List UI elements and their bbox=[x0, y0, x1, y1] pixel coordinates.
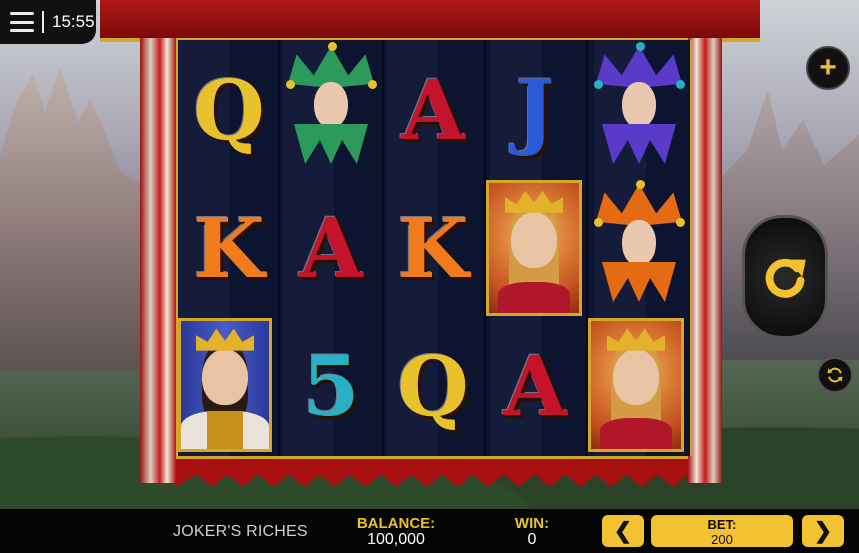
bet-increase-button[interactable]: ❯ bbox=[802, 515, 844, 547]
symbol-queen bbox=[588, 318, 684, 452]
plus-icon: + bbox=[819, 51, 837, 84]
symbol-k: K bbox=[193, 201, 265, 297]
symbol-king bbox=[178, 318, 272, 452]
reel-grid: Q K A 5 A K Q J A bbox=[176, 40, 692, 456]
game-title: JOKER'S RICHES bbox=[173, 523, 308, 540]
symbol-jester-purple bbox=[588, 42, 690, 178]
curtain-right bbox=[688, 38, 722, 483]
symbol-k: K bbox=[397, 201, 469, 297]
autoplay-icon bbox=[827, 367, 843, 383]
bottom-bar: JOKER'S RICHES BALANCE: 100,000 WIN: 0 ❮… bbox=[0, 509, 859, 553]
win-value: 0 bbox=[527, 531, 537, 548]
autoplay-button[interactable] bbox=[817, 357, 853, 393]
symbol-jester-green bbox=[280, 42, 382, 178]
symbol-a: A bbox=[299, 201, 363, 297]
curtain-valance bbox=[100, 0, 760, 42]
symbol-j: J bbox=[515, 63, 555, 159]
bet-label: BET: bbox=[707, 517, 737, 532]
clock-time: 15:55 bbox=[52, 12, 95, 31]
bet-value: 200 bbox=[711, 532, 733, 547]
symbol-a: A bbox=[503, 339, 567, 435]
symbol-5: 5 bbox=[302, 339, 360, 435]
symbol-queen bbox=[486, 180, 582, 316]
symbol-a: A bbox=[401, 63, 465, 159]
hamburger-icon[interactable] bbox=[10, 12, 34, 32]
plus-button[interactable]: + bbox=[806, 46, 850, 90]
spin-button[interactable] bbox=[742, 215, 828, 339]
symbol-q: Q bbox=[193, 63, 265, 159]
bet-display: BET: 200 bbox=[651, 515, 793, 547]
win-label: WIN: bbox=[514, 515, 550, 532]
status-bar: 15:55 bbox=[0, 0, 96, 44]
balance-label: BALANCE: bbox=[356, 515, 436, 532]
balance-value: 100,000 bbox=[367, 531, 425, 548]
bet-decrease-button[interactable]: ❮ bbox=[602, 515, 644, 547]
symbol-q: Q bbox=[397, 339, 469, 435]
symbol-jester-orange bbox=[588, 180, 690, 316]
spin-icon bbox=[765, 258, 806, 298]
curtain-left bbox=[140, 38, 176, 483]
